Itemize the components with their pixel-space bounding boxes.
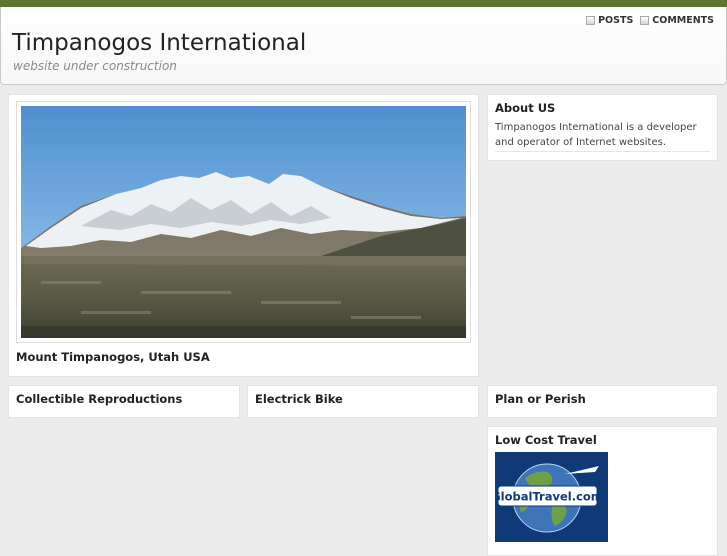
about-panel: About US Timpanogos International is a d… [487,94,718,161]
site-header: Timpanogos International website under c… [0,7,727,85]
globaltravel-logo[interactable]: GlobalTravel.com [495,452,608,542]
about-text: Timpanogos International is a developer … [495,122,697,148]
divider [495,151,710,152]
plan-or-perish-box: Plan or Perish [487,385,718,418]
mountain-photo[interactable] [21,106,466,338]
rss-feed-icon [586,16,596,25]
site-title[interactable]: Timpanogos International [12,30,306,56]
rss-feed-icon [640,16,650,25]
box-title[interactable]: Electrick Bike [255,392,343,406]
photo-frame [16,101,471,343]
comments-feed-label: COMMENTS [652,15,714,26]
featured-panel: Mount Timpanogos, Utah USA [8,94,479,377]
comments-feed-link[interactable]: COMMENTS [640,15,714,26]
logo-text: GlobalTravel.com [495,490,603,504]
box-title[interactable]: Plan or Perish [495,392,586,406]
travel-title: Low Cost Travel [495,433,597,447]
box-title[interactable]: Collectible Reproductions [16,392,182,406]
top-accent-bar [0,0,727,7]
about-title: About US [495,101,556,115]
collectible-reproductions-box: Collectible Reproductions [8,385,240,418]
featured-caption: Mount Timpanogos, Utah USA [16,350,210,364]
electrick-bike-box: Electrick Bike [247,385,479,418]
posts-feed-label: POSTS [598,15,634,26]
feed-links: POSTS COMMENTS [586,15,714,26]
site-tagline: website under construction [13,59,177,73]
low-cost-travel-panel: Low Cost Travel GlobalTravel.com [487,426,718,556]
posts-feed-link[interactable]: POSTS [586,15,633,26]
